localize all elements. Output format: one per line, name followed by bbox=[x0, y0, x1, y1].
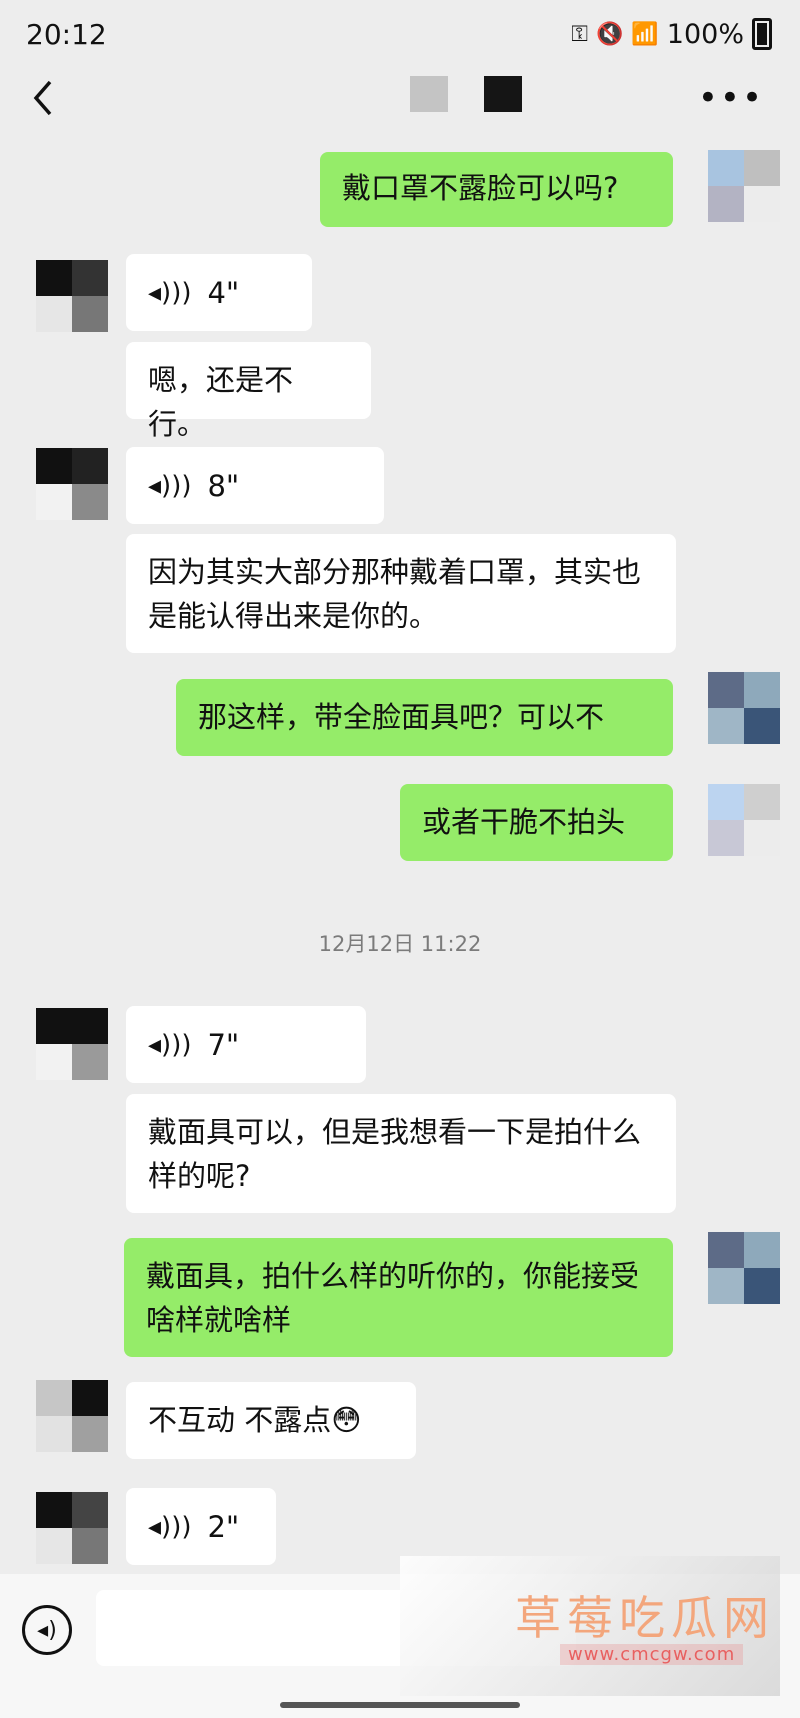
message-text: 不互动 不露点😳 bbox=[148, 1403, 362, 1437]
message-bubble-outgoing[interactable]: 或者干脆不拍头 bbox=[400, 784, 673, 861]
status-bar: 20:12 ⚿ 🔇 📶 100% bbox=[0, 0, 800, 64]
message-bubble-outgoing[interactable]: 戴口罩不露脸可以吗? bbox=[320, 152, 673, 227]
message-bubble-incoming[interactable]: 因为其实大部分那种戴着口罩，其实也是能认得出来是你的。 bbox=[126, 534, 676, 653]
wifi-icon: 📶 bbox=[631, 21, 659, 47]
voice-input-button[interactable]: ◂) bbox=[22, 1605, 72, 1655]
message-text: 因为其实大部分那种戴着口罩，其实也是能认得出来是你的。 bbox=[148, 555, 642, 633]
voice-duration: 8" bbox=[207, 468, 240, 503]
avatar-self[interactable] bbox=[708, 1232, 780, 1304]
mute-icon: 🔇 bbox=[595, 21, 624, 47]
message-bubble-outgoing[interactable]: 那这样，带全脸面具吧？可以不 bbox=[176, 679, 673, 756]
avatar-self[interactable] bbox=[708, 784, 780, 856]
message-text: 嗯，还是不行。 bbox=[148, 363, 294, 441]
voice-duration: 2" bbox=[207, 1509, 240, 1544]
watermark-url: www.cmcgw.com bbox=[560, 1644, 744, 1665]
message-text: 戴面具可以，但是我想看一下是拍什么样的呢? bbox=[148, 1115, 642, 1193]
avatar-contact[interactable] bbox=[36, 1380, 108, 1452]
chat-title-pixel-left bbox=[410, 76, 448, 112]
message-bubble-outgoing[interactable]: 戴面具，拍什么样的听你的，你能接受啥样就啥样 bbox=[124, 1238, 673, 1357]
chat-title-pixel-right bbox=[484, 76, 522, 112]
message-text: 戴口罩不露脸可以吗? bbox=[342, 171, 619, 205]
battery-percent: 100% bbox=[666, 18, 744, 50]
avatar-contact[interactable] bbox=[36, 1008, 108, 1080]
message-bubble-incoming[interactable]: 不互动 不露点😳 bbox=[126, 1382, 416, 1459]
chat-header bbox=[0, 64, 800, 148]
watermark-text: 草莓吃瓜网 bbox=[515, 1591, 775, 1645]
avatar-self[interactable] bbox=[708, 672, 780, 744]
voice-duration: 7" bbox=[207, 1027, 240, 1062]
back-button[interactable] bbox=[28, 78, 58, 125]
more-icon: ••• bbox=[697, 78, 764, 118]
voice-icon: ◂))) bbox=[148, 1511, 192, 1542]
message-bubble-incoming[interactable]: 嗯，还是不行。 bbox=[126, 342, 371, 441]
key-icon: ⚿ bbox=[571, 21, 588, 47]
message-bubble-incoming[interactable]: 戴面具可以，但是我想看一下是拍什么样的呢? bbox=[126, 1094, 676, 1213]
voice-message[interactable]: ◂))) 2" bbox=[126, 1488, 276, 1565]
avatar-contact[interactable] bbox=[36, 448, 108, 520]
chevron-left-icon bbox=[33, 80, 52, 116]
voice-icon: ◂))) bbox=[148, 277, 192, 308]
voice-message[interactable]: ◂))) 8" bbox=[126, 447, 384, 524]
avatar-contact[interactable] bbox=[36, 1492, 108, 1564]
status-time: 20:12 bbox=[26, 18, 107, 51]
voice-icon: ◂))) bbox=[148, 1029, 192, 1060]
chat-timestamp: 12月12日 11:22 bbox=[318, 932, 482, 956]
voice-message[interactable]: ◂))) 7" bbox=[126, 1006, 366, 1083]
voice-message[interactable]: ◂))) 4" bbox=[126, 254, 312, 331]
voice-icon: ◂))) bbox=[148, 470, 192, 501]
battery-icon bbox=[752, 18, 772, 50]
avatar-contact[interactable] bbox=[36, 260, 108, 332]
message-text: 或者干脆不拍头 bbox=[422, 805, 626, 839]
status-icons: ⚿ 🔇 📶 100% bbox=[571, 18, 772, 50]
more-button[interactable]: ••• bbox=[698, 81, 764, 115]
avatar-self[interactable] bbox=[708, 150, 780, 222]
home-indicator[interactable] bbox=[280, 1702, 520, 1708]
message-text: 那这样，带全脸面具吧？可以不 bbox=[198, 700, 605, 734]
message-text: 戴面具，拍什么样的听你的，你能接受啥样就啥样 bbox=[146, 1259, 640, 1337]
voice-icon: ◂) bbox=[37, 1617, 57, 1643]
voice-duration: 4" bbox=[207, 275, 240, 310]
